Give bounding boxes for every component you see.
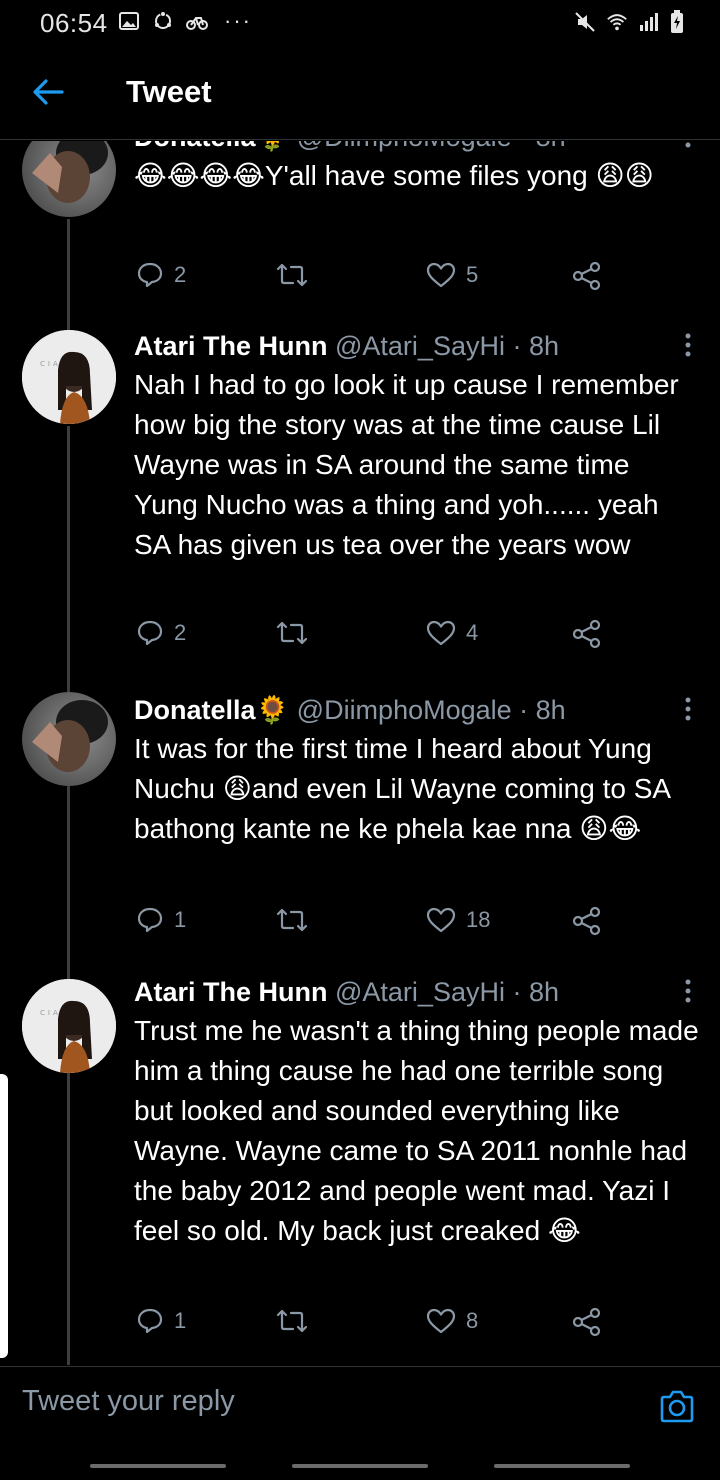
battery-icon [671, 10, 683, 33]
reply-count: 1 [174, 907, 187, 932]
status-bar: 06:54 ··· [0, 0, 720, 44]
reply-icon [137, 620, 163, 646]
more-icon[interactable] [684, 978, 692, 1004]
tweet-actions: 2 4 [134, 619, 614, 655]
share-button[interactable] [572, 1307, 602, 1337]
tweet-text: Nah I had to go look it up cause I remem… [134, 369, 679, 560]
retweet-icon [276, 621, 308, 645]
display-name[interactable]: Atari The Hunn [134, 977, 328, 1007]
like-count: 4 [466, 620, 479, 645]
reply-button[interactable]: 1 [136, 906, 186, 934]
retweet-icon [276, 263, 308, 287]
like-count: 8 [466, 1308, 479, 1333]
tweet-item[interactable]: Donatella🌻 @DiimphoMogale · 8h 😂😂😂😂Y'all… [0, 141, 720, 328]
tweet-item[interactable]: Donatella🌻 @DiimphoMogale · 8h It was fo… [0, 692, 720, 979]
reply-bar: Tweet your reply [0, 1366, 720, 1444]
like-icon [426, 907, 456, 933]
display-name[interactable]: Donatella🌻 [134, 695, 289, 725]
bike-icon [186, 17, 208, 30]
like-button[interactable]: 18 [426, 906, 490, 934]
retweet-icon [276, 908, 308, 932]
like-icon [426, 1308, 456, 1334]
share-icon [572, 1307, 601, 1337]
avatar[interactable] [22, 141, 116, 217]
reply-count: 2 [174, 262, 187, 287]
reply-button[interactable]: 2 [136, 261, 186, 289]
system-icons [574, 10, 684, 34]
tweet-detail-screen: 06:54 ··· Tweet Donat [0, 0, 720, 1480]
tweet-text: Trust me he wasn't a thing thing people … [134, 1015, 699, 1246]
nav-back-gesture[interactable] [90, 1464, 226, 1468]
nav-recents-gesture[interactable] [494, 1464, 630, 1468]
share-button[interactable] [572, 619, 602, 649]
handle-and-time: @DiimphoMogale · 8h [289, 695, 566, 725]
more-icon[interactable] [684, 141, 692, 149]
retweet-button[interactable] [276, 906, 308, 934]
top-app-bar: Tweet [0, 44, 720, 140]
avatar[interactable] [22, 692, 116, 786]
back-arrow-icon[interactable] [30, 74, 66, 110]
like-count: 5 [466, 262, 479, 287]
share-icon [572, 906, 601, 936]
reply-icon [137, 262, 163, 288]
display-name[interactable]: Donatella🌻 [134, 141, 289, 152]
nav-home-gesture[interactable] [292, 1464, 428, 1468]
handle-and-time: @DiimphoMogale · 8h [289, 141, 566, 152]
reply-input[interactable]: Tweet your reply [22, 1385, 235, 1418]
share-icon [572, 261, 601, 291]
tweet-text: 😂😂😂😂Y'all have some files yong 😩😩 [134, 160, 654, 191]
gallery-icon [119, 12, 139, 30]
edge-panel-handle[interactable] [0, 1074, 8, 1358]
tweet-item[interactable]: CIAO Atari The Hunn @Atari_SayHi · 8h Tr… [0, 977, 720, 1365]
like-button[interactable]: 8 [426, 1307, 478, 1335]
retweet-icon [276, 1309, 308, 1333]
tweet-text: It was for the first time I heard about … [134, 733, 670, 844]
tweet-item[interactable]: CIAO Atari The Hunn @Atari_SayHi · 8h Na… [0, 330, 720, 690]
handle-and-time: @Atari_SayHi · 8h [327, 977, 559, 1007]
like-button[interactable]: 5 [426, 261, 478, 289]
mute-icon [575, 12, 595, 32]
like-icon [426, 262, 456, 288]
like-icon [426, 620, 456, 646]
retweet-button[interactable] [276, 619, 308, 647]
like-count: 18 [466, 907, 491, 932]
reply-icon [137, 907, 163, 933]
avatar[interactable]: CIAO [22, 979, 116, 1073]
more-icon[interactable] [684, 696, 692, 722]
sync-icon [155, 12, 171, 29]
system-navigation-bar [0, 1444, 720, 1480]
display-name[interactable]: Atari The Hunn [134, 331, 328, 361]
reply-count: 1 [174, 1308, 187, 1333]
notification-icons: ··· [118, 10, 252, 32]
camera-icon[interactable] [658, 1389, 696, 1425]
handle-and-time: @Atari_SayHi · 8h [327, 331, 559, 361]
reply-button[interactable]: 1 [136, 1307, 186, 1335]
more-icon[interactable] [684, 332, 692, 358]
tweet-actions: 1 18 [134, 906, 614, 942]
reply-count: 2 [174, 620, 187, 645]
share-button[interactable] [572, 906, 602, 936]
avatar[interactable]: CIAO [22, 330, 116, 424]
signal-icon [640, 13, 658, 31]
retweet-button[interactable] [276, 261, 308, 289]
tweet-actions: 1 8 [134, 1307, 614, 1343]
tweet-actions: 2 5 [134, 261, 614, 297]
share-icon [572, 619, 601, 649]
reply-thread: Donatella🌻 @DiimphoMogale · 8h 😂😂😂😂Y'all… [0, 141, 720, 1365]
page-title: Tweet [126, 74, 212, 109]
reply-icon [137, 1308, 163, 1334]
reply-button[interactable]: 2 [136, 619, 186, 647]
retweet-button[interactable] [276, 1307, 308, 1335]
wifi-icon [607, 14, 627, 31]
status-time: 06:54 [40, 8, 108, 38]
like-button[interactable]: 4 [426, 619, 478, 647]
share-button[interactable] [572, 261, 602, 291]
more-notifications-icon: ··· [224, 8, 252, 33]
